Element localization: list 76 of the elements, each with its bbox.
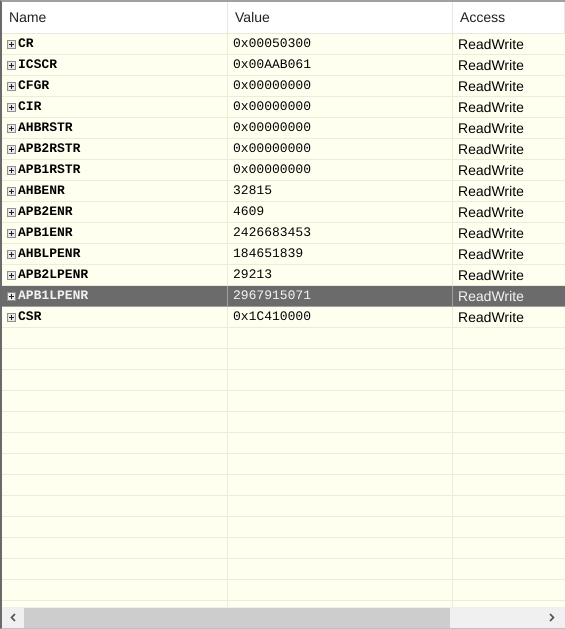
expand-icon[interactable] <box>7 250 16 258</box>
register-name: APB2LPENR <box>18 266 88 284</box>
expand-icon[interactable] <box>7 102 16 112</box>
register-row[interactable]: CSR 0x1C410000 ReadWrite <box>2 307 565 328</box>
register-name: AHBENR <box>18 182 65 200</box>
register-name: AHBRSTR <box>18 119 73 138</box>
register-row[interactable]: APB1ENR 2426683453 ReadWrite <box>2 223 565 244</box>
register-value: 4609 <box>228 202 453 222</box>
access-cell-text: ReadWrite <box>457 266 525 284</box>
access-cell-text: ReadWrite <box>457 56 525 74</box>
register-name: APB1LPENR <box>18 287 88 306</box>
register-value: 0x00000000 <box>228 118 453 138</box>
register-name: CFGR <box>18 77 50 96</box>
scroll-left-icon[interactable] <box>10 613 16 622</box>
column-header[interactable]: Access <box>453 2 565 33</box>
register-row[interactable]: AHBRSTR 0x00000000 ReadWrite <box>2 118 565 139</box>
register-value: 0x00000000 <box>228 139 453 159</box>
register-row[interactable]: APB2ENR 4609 ReadWrite <box>2 202 565 223</box>
register-row[interactable]: APB1RSTR 0x00000000 ReadWrite <box>2 160 565 181</box>
register-name: AHBLPENR <box>18 245 80 264</box>
expand-icon[interactable] <box>7 124 16 132</box>
column-header[interactable]: Name <box>2 2 228 33</box>
access-cell-text: ReadWrite <box>457 140 525 158</box>
register-row[interactable]: ICSCR 0x00AAB061 ReadWrite <box>2 55 565 76</box>
access-cell-text: ReadWrite <box>457 224 525 242</box>
register-value: 2967915071 <box>228 286 453 306</box>
expand-icon[interactable] <box>7 82 16 90</box>
expand-icon[interactable] <box>7 228 16 238</box>
access-cell-text: ReadWrite <box>457 98 525 116</box>
register-value: 184651839 <box>228 244 453 264</box>
register-name: CIR <box>18 98 42 116</box>
scroll-right-icon[interactable] <box>549 613 555 622</box>
register-name: APB2RSTR <box>18 140 80 158</box>
register-value: 2426683453 <box>228 223 453 243</box>
register-row[interactable]: APB1LPENR 2967915071 ReadWrite <box>2 286 565 307</box>
access-cell-text: ReadWrite <box>457 160 525 180</box>
access-cell-text: ReadWrite <box>457 118 525 138</box>
register-value: 0x00000000 <box>228 76 453 96</box>
column-header[interactable]: Value <box>228 2 453 33</box>
expand-icon[interactable] <box>7 144 16 154</box>
access-cell-text: ReadWrite <box>457 76 525 96</box>
access-cell-text: ReadWrite <box>457 34 525 54</box>
access-cell-text: ReadWrite <box>457 244 525 264</box>
expand-icon[interactable] <box>7 166 16 174</box>
register-value: 29213 <box>228 265 453 285</box>
access-cell-text: ReadWrite <box>457 308 525 326</box>
access-cell-text: ReadWrite <box>457 182 525 200</box>
register-name: CSR <box>18 308 42 326</box>
access-cell-text: ReadWrite <box>457 202 525 222</box>
register-value: 32815 <box>228 181 453 201</box>
register-name: ICSCR <box>18 56 58 74</box>
register-value: 0x00000000 <box>228 160 453 180</box>
scrollbar-thumb[interactable] <box>24 608 450 628</box>
register-row[interactable]: CIR 0x00000000 ReadWrite <box>2 97 565 118</box>
register-value: 0x00AAB061 <box>228 55 453 75</box>
register-row[interactable]: AHBLPENR 184651839 ReadWrite <box>2 244 565 265</box>
register-name: APB2ENR <box>18 203 73 222</box>
register-row[interactable]: AHBENR 32815 ReadWrite <box>2 181 565 202</box>
horizontal-scrollbar[interactable] <box>2 607 565 628</box>
expand-icon[interactable] <box>7 60 16 70</box>
register-row[interactable]: CR 0x00050300 ReadWrite <box>2 34 565 55</box>
expand-icon[interactable] <box>7 270 16 280</box>
expand-icon[interactable] <box>7 208 16 216</box>
expand-icon[interactable] <box>7 312 16 322</box>
expand-icon[interactable] <box>7 40 16 48</box>
register-row[interactable]: APB2RSTR 0x00000000 ReadWrite <box>2 139 565 160</box>
access-cell-text: ReadWrite <box>457 286 525 306</box>
register-row[interactable]: CFGR 0x00000000 ReadWrite <box>2 76 565 97</box>
register-name: CR <box>18 35 34 54</box>
register-value: 0x00050300 <box>228 34 453 54</box>
register-name: APB1ENR <box>18 224 73 242</box>
expand-icon[interactable] <box>7 186 16 196</box>
register-name: APB1RSTR <box>18 161 80 180</box>
register-value: 0x00000000 <box>228 97 453 117</box>
register-value: 0x1C410000 <box>228 307 453 327</box>
expand-icon[interactable] <box>7 292 16 300</box>
